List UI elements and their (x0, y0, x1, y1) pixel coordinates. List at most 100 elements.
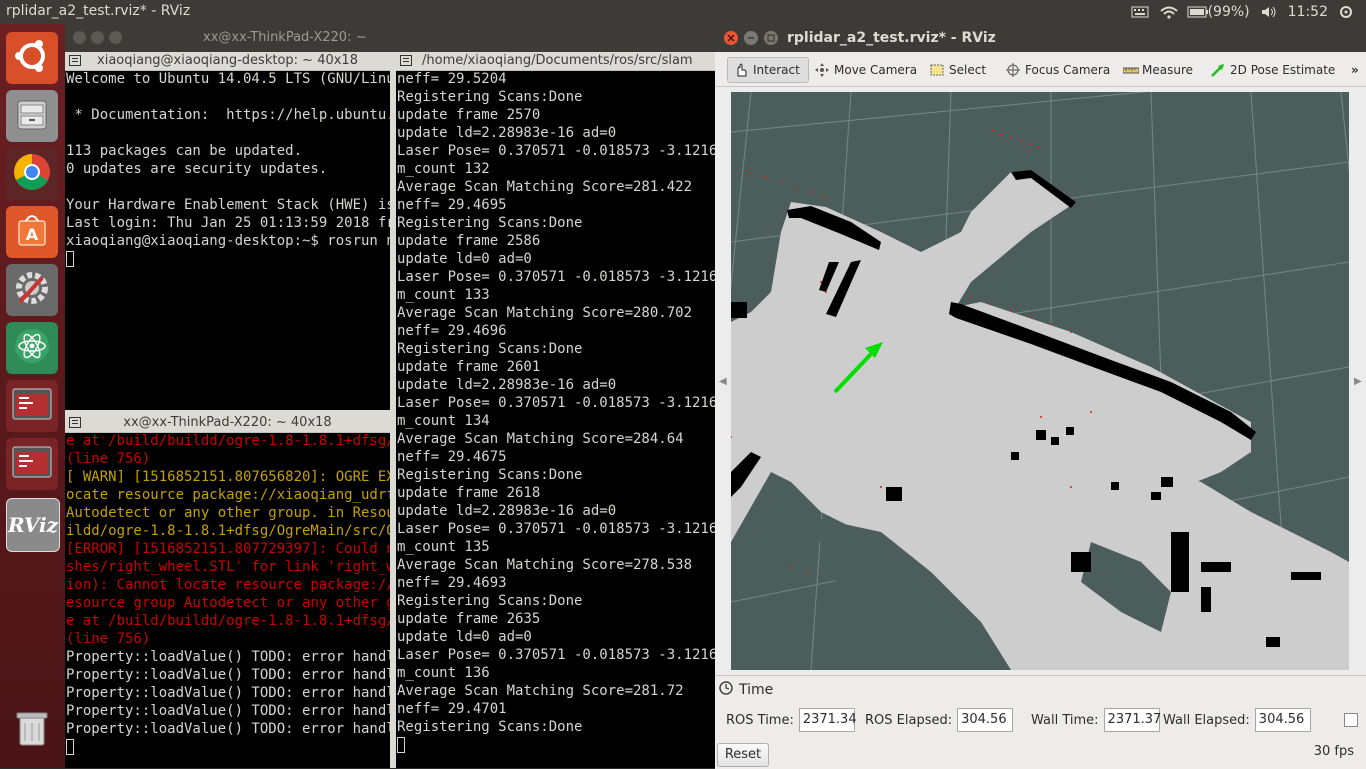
measure-tool-button[interactable]: Measure (1122, 57, 1193, 83)
ubuntu-icon (13, 37, 51, 79)
terminal-line: neff= 29.5204 (397, 71, 507, 87)
terminal-line: update ld=2.28983e-16 ad=0 (397, 377, 617, 393)
launcher-rviz[interactable]: RViz (6, 498, 60, 552)
select-tool-button[interactable]: Select (930, 57, 986, 83)
terminal-pane-3-titlebar[interactable]: /home/xiaoqiang/Documents/ros/src/slam (396, 52, 715, 71)
terminal-line: Laser Pose= 0.370571 -0.018573 -3.12161 (397, 647, 715, 663)
launcher: A RViz (0, 24, 65, 768)
terminal-line: Property::loadValue() TODO: error handli (66, 649, 390, 665)
maximize-icon[interactable] (109, 31, 122, 44)
terminal-pane-1[interactable]: xiaoqiang@xiaoqiang-desktop: ~ 40x18 Wel… (65, 52, 390, 410)
launcher-settings[interactable] (6, 264, 58, 316)
minimize-icon[interactable] (91, 31, 104, 44)
ros-time-label: ROS Time: (726, 712, 794, 728)
launcher-terminal-1[interactable] (6, 380, 58, 432)
atom-icon (12, 326, 52, 370)
terminal-line: 113 packages can be updated. (66, 143, 303, 159)
terminal-prompt-line[interactable] (397, 736, 715, 754)
launcher-trash[interactable] (6, 704, 58, 756)
terminal-pane-2-titlebar[interactable]: xx@xx-ThinkPad-X220: ~ 40x18 (65, 414, 390, 433)
launcher-software-center[interactable]: A (6, 206, 58, 258)
terminal-line: Registering Scans:Done (397, 341, 583, 357)
terminal-line: neff= 29.4701 (397, 701, 507, 717)
time-panel: Time ROS Time: 2371.34 ROS Elapsed: 304.… (715, 675, 1366, 769)
launcher-chrome[interactable] (6, 148, 58, 200)
maximize-icon[interactable] (764, 31, 778, 45)
rviz-window-title: rplidar_a2_test.rviz* - RViz (787, 30, 996, 46)
clock[interactable]: 11:52 (1288, 4, 1328, 20)
toolbar-overflow-button[interactable]: » (1351, 57, 1359, 83)
rviz-titlebar[interactable]: rplidar_a2_test.rviz* - RViz (715, 24, 1366, 52)
ros-time-field: ROS Time: 2371.34 (726, 708, 857, 732)
ros-elapsed-field: ROS Elapsed: 304.56 (865, 708, 1014, 732)
volume-icon[interactable] (1260, 5, 1278, 19)
reset-button[interactable]: Reset (717, 743, 769, 767)
terminal-prompt-line[interactable] (66, 738, 390, 756)
terminal-pane-1-title: xiaoqiang@xiaoqiang-desktop: ~ 40x18 (97, 53, 358, 68)
terminal-line: Laser Pose= 0.370571 -0.018573 -3.12161 (397, 521, 715, 537)
close-icon[interactable] (73, 31, 86, 44)
terminal-line: update ld=0 ad=0 (397, 629, 532, 645)
wall-elapsed-value[interactable]: 304.56 (1254, 708, 1311, 732)
minimize-icon[interactable] (744, 31, 758, 45)
wall-time-value[interactable]: 2371.37 (1103, 708, 1161, 732)
chrome-icon (12, 152, 52, 196)
wall-elapsed-label: Wall Elapsed: (1163, 712, 1250, 728)
terminal-pane-1-titlebar[interactable]: xiaoqiang@xiaoqiang-desktop: ~ 40x18 (65, 52, 390, 71)
rviz-window: rplidar_a2_test.rviz* - RViz Interact Mo… (715, 24, 1366, 769)
pose-estimate-tool-button[interactable]: 2D Pose Estimate (1211, 57, 1335, 83)
measure-label: Measure (1142, 63, 1193, 77)
terminal-line: ion): Cannot locate resource package://x (66, 577, 390, 593)
right-panel-collapse-icon[interactable]: ▶ (1354, 376, 1362, 387)
terminal-prompt-line[interactable] (66, 250, 390, 268)
wifi-icon[interactable] (1159, 5, 1178, 19)
active-window-title: rplidar_a2_test.rviz* - RViz (6, 3, 191, 19)
terminal-line: Your Hardware Enablement Stack (HWE) is (66, 197, 390, 213)
terminal-line: Laser Pose= 0.370571 -0.018573 -3.12161 (397, 143, 715, 159)
terminal-pane-2[interactable]: xx@xx-ThinkPad-X220: ~ 40x18 e at /build… (65, 414, 390, 768)
close-icon[interactable] (724, 31, 738, 45)
terminal-window-title: xx@xx-ThinkPad-X220: ~ (203, 30, 367, 45)
focus-camera-label: Focus Camera (1025, 63, 1111, 77)
terminal-line: Average Scan Matching Score=278.538 (397, 557, 693, 573)
launcher-terminal-2[interactable] (6, 438, 58, 490)
ros-time-value[interactable]: 2371.34 (798, 708, 857, 732)
interact-tool-button[interactable]: Interact (727, 57, 809, 83)
time-panel-header: Time (719, 681, 773, 699)
terminal-line: Registering Scans:Done (397, 719, 583, 735)
clock-icon (719, 681, 733, 699)
left-panel-collapse-icon[interactable]: ◀ (719, 376, 727, 387)
terminal-line: Property::loadValue() TODO: error handli (66, 721, 390, 737)
experimental-checkbox[interactable] (1344, 713, 1358, 727)
terminal-cursor (66, 251, 74, 267)
move-camera-tool-button[interactable]: Move Camera (815, 57, 917, 83)
launcher-atom[interactable] (6, 322, 58, 374)
keyboard-icon[interactable] (1131, 5, 1149, 19)
move-camera-label: Move Camera (834, 63, 918, 77)
wall-elapsed-field: Wall Elapsed: 304.56 (1163, 708, 1311, 732)
terminal-pane-3[interactable]: /home/xiaoqiang/Documents/ros/src/slam n… (396, 52, 715, 768)
wall-time-label: Wall Time: (1031, 712, 1099, 728)
wall-time-field: Wall Time: 2371.37 (1031, 708, 1161, 732)
terminal-line: shes/right_wheel.STL' for link 'right_wh (66, 559, 390, 575)
ros-elapsed-value[interactable]: 304.56 (957, 708, 1014, 732)
3d-render-view[interactable] (731, 92, 1349, 670)
terminal-line: Property::loadValue() TODO: error handli (66, 685, 390, 701)
terminal-window-titlebar: xx@xx-ThinkPad-X220: ~ (65, 24, 715, 52)
power-gear-icon[interactable] (1338, 5, 1356, 19)
terminal-line: Average Scan Matching Score=281.72 (397, 683, 684, 699)
focus-camera-icon (1006, 63, 1020, 77)
rviz-icon: RViz (7, 513, 59, 537)
terminal-line: e at /build/buildd/ogre-1.8-1.8.1+dfsg/O (66, 613, 390, 629)
move-camera-icon (815, 63, 829, 77)
launcher-files[interactable] (6, 90, 58, 142)
terminal-line: 0 updates are security updates. (66, 161, 328, 177)
focus-camera-tool-button[interactable]: Focus Camera (1006, 57, 1110, 83)
terminal-line: update frame 2570 (397, 107, 541, 123)
terminal-line: Registering Scans:Done (397, 593, 583, 609)
launcher-ubuntu[interactable] (6, 32, 58, 84)
terminal-line: ildd/ogre-1.8-1.8.1+dfsg/OgreMain/src/Og (66, 523, 390, 539)
battery-indicator[interactable]: (99%) (1187, 4, 1250, 20)
